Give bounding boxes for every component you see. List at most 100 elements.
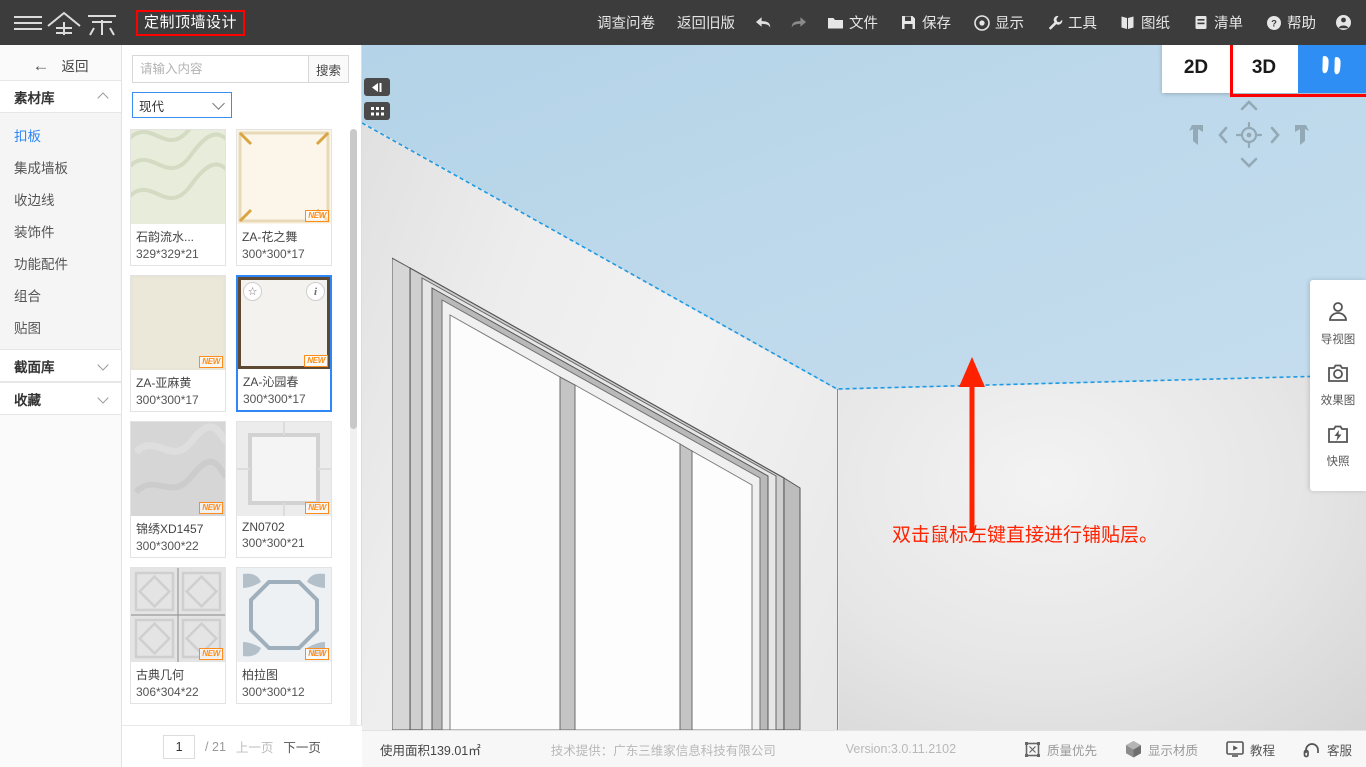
material-size: 300*300*17 — [243, 392, 306, 406]
back-arrow-icon: ← — [32, 55, 50, 75]
status-bar: 使用面积139.01㎡ 技术提供：广东三维家信息科技有限公司 Version:3… — [362, 730, 1366, 767]
tool-render-image[interactable]: 效果图 — [1310, 355, 1366, 416]
tool-navigation-view[interactable]: 导视图 — [1310, 292, 1366, 355]
window-door-object[interactable] — [391, 220, 832, 730]
material-size: 300*300*12 — [242, 685, 305, 699]
material-card[interactable]: NEW 柏拉图 300*300*12 — [236, 567, 332, 704]
menu-save[interactable]: 保存 — [889, 0, 962, 45]
sidebar-item-edge-line[interactable]: 收边线 — [0, 183, 121, 215]
tutorial-screen-icon — [1226, 741, 1244, 757]
status-quality-priority-label: 质量优先 — [1046, 743, 1097, 758]
navigation-pad — [1183, 97, 1313, 175]
menu-survey[interactable]: 调查问卷 — [586, 0, 666, 45]
view-mode-2d[interactable]: 2D — [1162, 45, 1230, 93]
status-quality-priority[interactable]: 质量优先 — [1010, 740, 1111, 759]
material-name: 锦绣XD1457 — [136, 522, 204, 536]
status-tutorial[interactable]: 教程 — [1212, 740, 1289, 759]
menu-old-version[interactable]: 返回旧版 — [666, 0, 746, 45]
sidebar-item-decoration[interactable]: 装饰件 — [0, 215, 121, 247]
save-disk-icon — [900, 14, 917, 31]
material-name: ZA-花之舞 — [242, 230, 298, 244]
sidebar-group-section-library-label: 截面库 — [14, 359, 55, 375]
star-icon[interactable]: ☆ — [243, 282, 262, 301]
search-input[interactable] — [132, 55, 308, 83]
sidebar-group-favorites[interactable]: 收藏 — [0, 382, 121, 415]
rotate-left-icon[interactable] — [1187, 122, 1209, 148]
chevron-right-icon[interactable] — [1267, 125, 1283, 145]
sidebar-group-section-library[interactable]: 截面库 — [0, 349, 121, 382]
new-badge: NEW — [305, 648, 329, 660]
material-card[interactable]: NEW 锦绣XD1457 300*300*22 — [130, 421, 226, 558]
grid-apps-button[interactable] — [364, 102, 390, 120]
chevron-down-icon[interactable] — [1239, 155, 1259, 171]
sidebar-item-texture[interactable]: 贴图 — [0, 311, 121, 343]
material-card[interactable]: NEW ZN0702 300*300*21 — [236, 421, 332, 558]
wall-right-surface[interactable] — [839, 375, 1366, 730]
material-grid-scroll[interactable]: 石韵流水... 329*329*21 NEW ZA-花之舞 300*300*17 — [122, 123, 362, 767]
sidebar-item-combination[interactable]: 组合 — [0, 279, 121, 311]
app-root: 定制顶墙设计 调查问卷 返回旧版 文件 保存 显示 工具 图纸 清单 ? 帮助 … — [0, 0, 1366, 767]
provider-label: 技术提供：广东三维家信息科技有限公司 — [550, 743, 776, 758]
menu-drawings-label: 图纸 — [1141, 16, 1170, 32]
view-mode-3d[interactable]: 3D — [1230, 45, 1298, 93]
material-size: 300*300*17 — [136, 393, 199, 407]
camera-icon — [1327, 363, 1349, 388]
sidebar-item-functional-parts[interactable]: 功能配件 — [0, 247, 121, 279]
next-page-button[interactable]: 下一页 — [283, 737, 321, 756]
target-crosshair-icon[interactable] — [1235, 121, 1263, 149]
scrollbar-thumb[interactable] — [350, 129, 357, 429]
user-avatar-button[interactable] — [1327, 0, 1366, 45]
sidebar-item-integrated-wall[interactable]: 集成墙板 — [0, 151, 121, 183]
sidebar-item-label: 收边线 — [14, 193, 55, 208]
sidebar: ← 返回 素材库 扣板 集成墙板 收边线 装饰件 功能配件 组合 贴图 截面库 … — [0, 45, 122, 767]
status-show-material[interactable]: 显示材质 — [1111, 740, 1212, 759]
material-card[interactable]: NEW 古典几何 306*304*22 — [130, 567, 226, 704]
collapse-panel-button[interactable] — [364, 78, 390, 96]
material-panel-scrollbar[interactable] — [350, 129, 357, 765]
rotate-right-icon[interactable] — [1289, 122, 1311, 148]
quality-cube-icon — [1024, 741, 1041, 758]
topbar-menu-group: 调查问卷 返回旧版 文件 保存 显示 工具 图纸 清单 ? 帮助 — [586, 0, 1366, 45]
material-card[interactable]: 石韵流水... 329*329*21 — [130, 129, 226, 266]
menu-list-label: 清单 — [1214, 16, 1243, 32]
view-mode-walkthrough[interactable] — [1298, 45, 1366, 93]
category-select-value: 现代 — [139, 99, 165, 114]
menu-file[interactable]: 文件 — [816, 0, 889, 45]
material-size: 300*300*17 — [242, 247, 305, 261]
chevron-down-icon — [99, 361, 109, 371]
chevron-up-icon[interactable] — [1239, 97, 1259, 113]
question-circle-icon: ? — [1265, 14, 1282, 31]
page-number-input[interactable] — [163, 734, 196, 759]
undo-button[interactable] — [746, 0, 781, 45]
design-canvas-3d[interactable]: 双击鼠标左键直接进行铺贴层。 2D 3D 导视图 效果图 快照 — [362, 45, 1366, 730]
material-thumbnail: NEW — [237, 130, 331, 224]
material-card[interactable]: NEW ZA-亚麻黄 300*300*17 — [130, 275, 226, 412]
page-total: / 21 — [205, 739, 226, 754]
material-card[interactable]: NEW ZA-花之舞 300*300*17 — [236, 129, 332, 266]
brand-logo[interactable] — [12, 8, 130, 38]
sidebar-group-material-library[interactable]: 素材库 — [0, 80, 121, 113]
menu-drawings[interactable]: 图纸 — [1108, 0, 1181, 45]
chevron-left-icon[interactable] — [1215, 125, 1231, 145]
sidebar-item-label: 贴图 — [14, 321, 41, 336]
back-button[interactable]: ← 返回 — [0, 50, 121, 80]
tool-snapshot[interactable]: 快照 — [1310, 416, 1366, 477]
sidebar-item-label: 装饰件 — [14, 225, 55, 240]
tool-snapshot-label: 快照 — [1326, 456, 1350, 468]
annotation-text: 双击鼠标左键直接进行铺贴层。 — [892, 524, 1159, 546]
prev-page-button[interactable]: 上一页 — [236, 737, 274, 756]
redo-button[interactable] — [781, 0, 816, 45]
sidebar-item-koubao[interactable]: 扣板 — [0, 119, 121, 151]
category-select[interactable]: 现代 — [132, 92, 232, 118]
menu-list[interactable]: 清单 — [1181, 0, 1254, 45]
material-card-selected[interactable]: ☆ i NEW ZA-沁园春 300*300*17 — [236, 275, 332, 412]
menu-display[interactable]: 显示 — [962, 0, 1035, 45]
usage-area-label: 使用面积139.01㎡ — [380, 743, 481, 758]
status-customer-service[interactable]: 客服 — [1289, 740, 1366, 759]
search-button[interactable]: 搜索 — [308, 55, 349, 83]
info-icon[interactable]: i — [306, 282, 325, 301]
menu-file-label: 文件 — [849, 16, 878, 32]
menu-tools[interactable]: 工具 — [1035, 0, 1108, 45]
collapse-panel-icon — [369, 82, 385, 93]
menu-help[interactable]: ? 帮助 — [1254, 0, 1327, 45]
